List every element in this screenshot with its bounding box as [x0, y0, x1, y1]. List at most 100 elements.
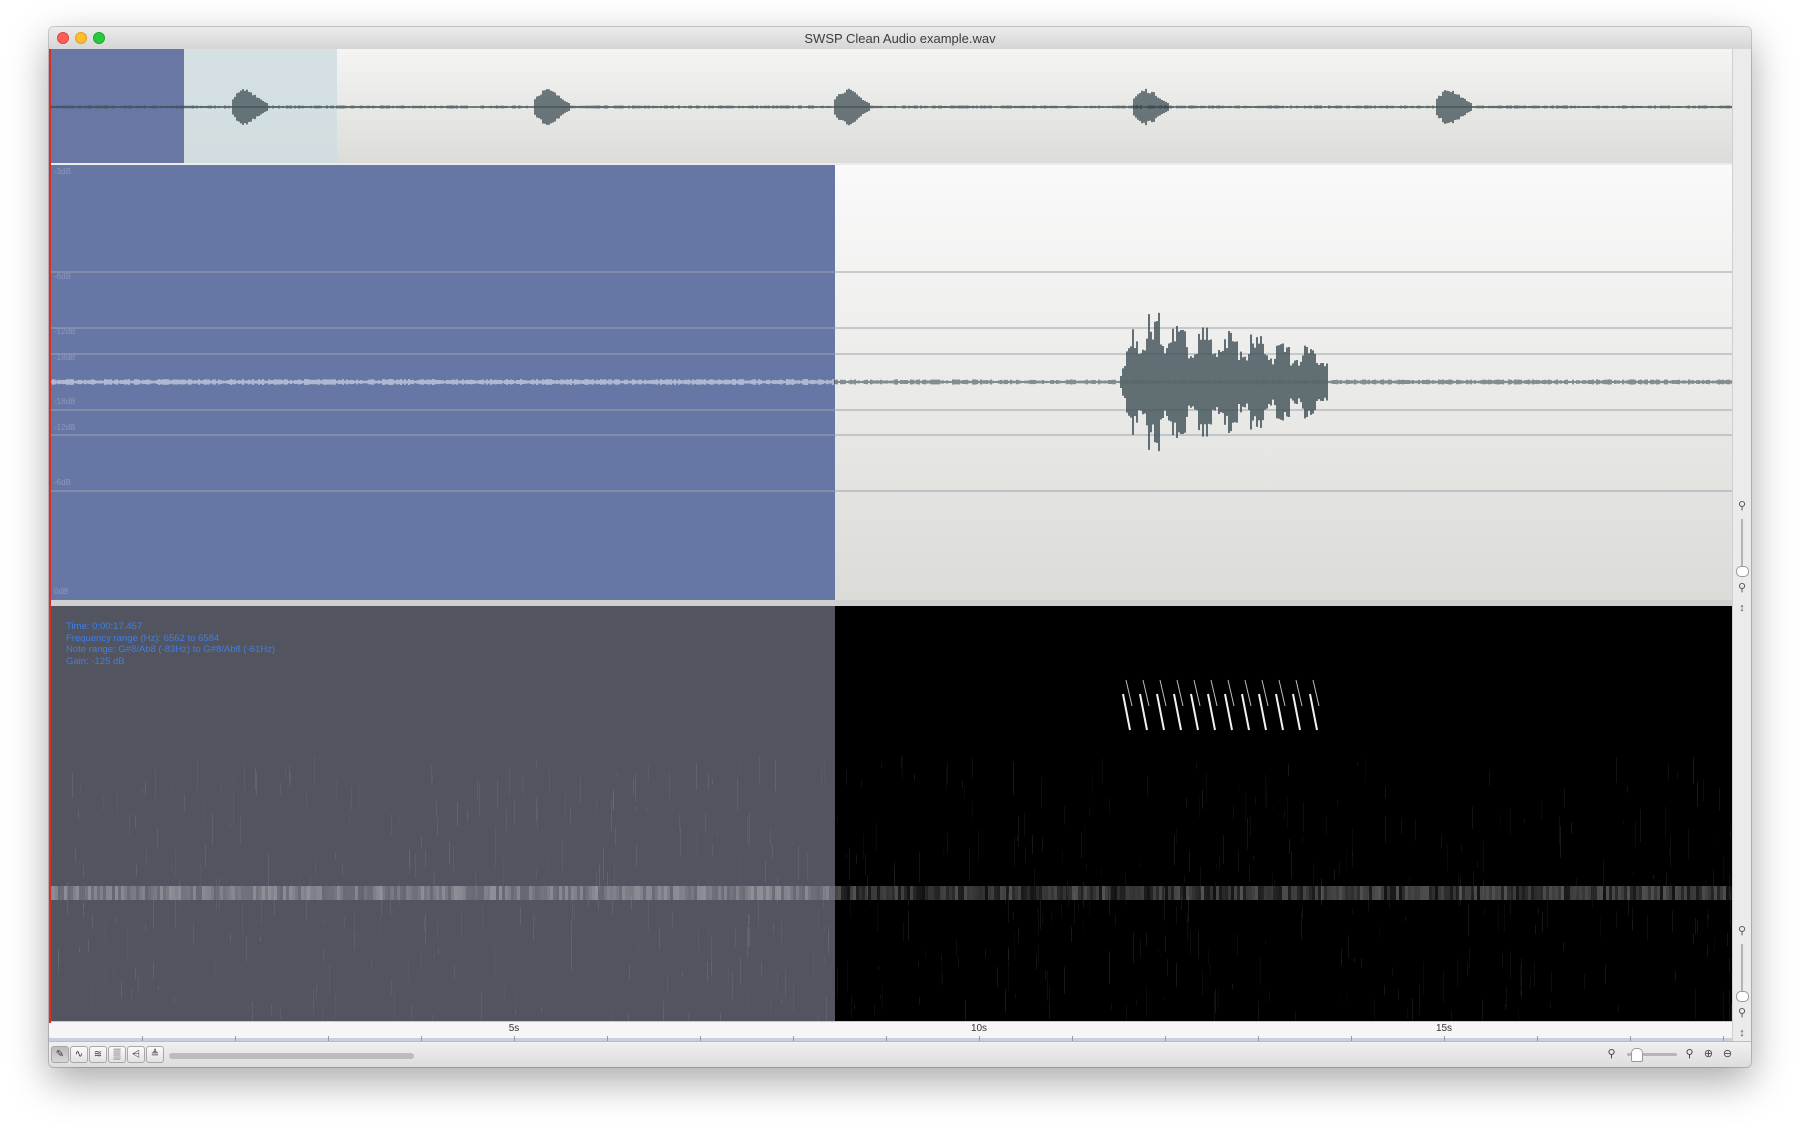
vertical-zoom-reset-icon[interactable]: ↕ — [1733, 599, 1751, 617]
spectrogram-texture — [708, 773, 709, 790]
zoom-slider-knob[interactable] — [1631, 1048, 1643, 1062]
spectrogram-noise-band — [577, 886, 580, 900]
spectrogram-noise-band — [340, 886, 343, 900]
spectrogram-texture — [1670, 882, 1671, 886]
spectrogram-call-harmonic — [1210, 679, 1218, 707]
spectrogram-noise-band — [193, 886, 196, 900]
spectrogram-texture — [861, 780, 862, 787]
spectrogram-noise-band — [481, 886, 484, 900]
spectrogram-zoom-in-icon[interactable]: ⚲ — [1733, 922, 1751, 940]
spectrogram-zoom-out-icon[interactable]: ⚲ — [1733, 1004, 1751, 1022]
spectrogram-noise-band — [532, 886, 535, 900]
spectrogram-texture — [1146, 986, 1147, 1017]
vertical-zoom-in-icon[interactable]: ⚲ — [1733, 497, 1751, 515]
spectrogram-texture — [382, 890, 383, 901]
spectrogram-texture — [1502, 954, 1503, 967]
zoom-to-fit-icon[interactable]: ⊖ — [1719, 1046, 1736, 1063]
waveform-vertical-zoom-track[interactable] — [1741, 519, 1743, 569]
spectrogram-texture — [233, 779, 234, 787]
spectrogram-texture — [1483, 841, 1484, 873]
spectrogram-tool-button[interactable]: ▒ — [108, 1046, 126, 1063]
spectrogram-noise-band — [376, 886, 379, 900]
spectrogram-texture — [1392, 967, 1393, 976]
spectrogram-noise-band — [1282, 886, 1285, 900]
waveform-pane[interactable]: -3dB -6dB -12dB -18dB -18dB -12dB -6dB 0… — [49, 165, 1732, 600]
spectrogram-texture — [850, 903, 851, 917]
spectrogram-noise-band — [1678, 886, 1681, 900]
spectrogram-vertical-zoom-knob[interactable] — [1736, 991, 1749, 1002]
spectrogram-texture — [785, 969, 786, 998]
spectrogram-noise-band — [262, 886, 265, 900]
spectrogram-noise-band — [361, 886, 364, 900]
horizontal-scrollbar[interactable] — [169, 1053, 414, 1059]
spectrogram-noise-band — [1252, 886, 1255, 900]
spectrogram-noise-band — [139, 886, 142, 900]
spectrogram-texture — [1218, 989, 1219, 1010]
spectrogram-noise-band — [1555, 886, 1558, 900]
spectrogram-zoom-reset-icon[interactable]: ↕ — [1733, 1024, 1751, 1042]
overview-waveform-graphic — [49, 88, 1732, 126]
spectrogram-pane[interactable]: Time: 0:00:17.457 Frequency range (Hz): … — [49, 606, 1732, 1021]
spectrogram-texture — [1534, 963, 1535, 987]
spectrogram-texture — [572, 894, 573, 918]
spectrogram-texture — [740, 956, 741, 985]
spectrogram-noise-band — [502, 886, 505, 900]
spectrogram-noise-band — [547, 886, 550, 900]
spectrogram-noise-band — [184, 886, 187, 900]
spectrogram-texture — [638, 943, 639, 956]
spectrogram-texture — [1042, 837, 1043, 852]
vertical-zoom-out-icon[interactable]: ⚲ — [1733, 579, 1751, 597]
spectrogram-noise-band — [1345, 886, 1348, 900]
spectrogram-noise-band — [979, 886, 982, 900]
spectrogram-texture — [88, 939, 89, 953]
scale-label: -3dB — [54, 167, 71, 176]
spectrogram-noise-band — [757, 886, 760, 900]
spectrogram-texture — [663, 1001, 664, 1021]
spectrogram-texture — [828, 926, 829, 939]
spectrogram-noise-band — [391, 886, 394, 900]
waveform-vertical-zoom-knob[interactable] — [1736, 566, 1749, 577]
spectrogram-noise-band — [934, 886, 937, 900]
spectrogram-noise-band — [1669, 886, 1672, 900]
spectrogram-texture — [1729, 874, 1730, 900]
spectrogram-texture — [1560, 826, 1561, 858]
spectrogram-texture — [1017, 836, 1018, 841]
zoom-in-icon[interactable]: ⚲ — [1681, 1046, 1698, 1063]
spectrogram-noise-band — [1396, 886, 1399, 900]
spectrogram-noise-band — [841, 886, 844, 900]
waveform-stereo-tool-button[interactable]: ≋ — [89, 1046, 107, 1063]
spectrogram-texture — [1232, 984, 1233, 989]
spectrogram-noise-band — [574, 886, 577, 900]
spectrogram-texture — [1018, 816, 1019, 847]
spectrogram-noise-band — [964, 886, 967, 900]
spectrogram-vertical-zoom-track[interactable] — [1741, 944, 1743, 994]
spectrogram-texture — [765, 861, 766, 883]
playhead-cursor[interactable] — [49, 49, 51, 1023]
spectrogram-texture — [1708, 914, 1709, 920]
level-tool-button[interactable]: ⩤ — [127, 1046, 145, 1063]
spectrogram-texture — [1468, 904, 1469, 936]
title-bar[interactable]: SWSP Clean Audio example.wav — [49, 27, 1751, 50]
spectrogram-texture — [390, 886, 391, 916]
spectrogram-noise-band — [424, 886, 427, 900]
zoom-to-selection-icon[interactable]: ⊕ — [1700, 1046, 1717, 1063]
spectrogram-noise-band — [553, 886, 556, 900]
spectrogram-call-harmonic — [1142, 679, 1150, 707]
spectrogram-texture — [256, 773, 257, 795]
spectrogram-texture — [1357, 762, 1358, 767]
spectrogram-texture — [1461, 844, 1462, 853]
spectrogram-texture — [1616, 911, 1617, 928]
draw-tool-button[interactable]: ✎ — [51, 1046, 69, 1063]
zoom-out-icon[interactable]: ⚲ — [1603, 1046, 1620, 1063]
waveform-tool-button[interactable]: ∿ — [70, 1046, 88, 1063]
time-ruler[interactable]: 5s 10s 15s — [49, 1021, 1732, 1042]
overview-waveform[interactable] — [49, 49, 1732, 163]
spectrogram-call-trace — [1190, 693, 1199, 731]
spectrogram-noise-band — [226, 886, 229, 900]
spectrogram-noise-band — [445, 886, 448, 900]
spectrogram-noise-band — [1237, 886, 1240, 900]
spectrogram-texture — [598, 899, 599, 910]
spectrogram-noise-band — [466, 886, 469, 900]
spectrogram-texture — [1258, 1001, 1259, 1021]
level-alt-tool-button[interactable]: ≜ — [146, 1046, 164, 1063]
